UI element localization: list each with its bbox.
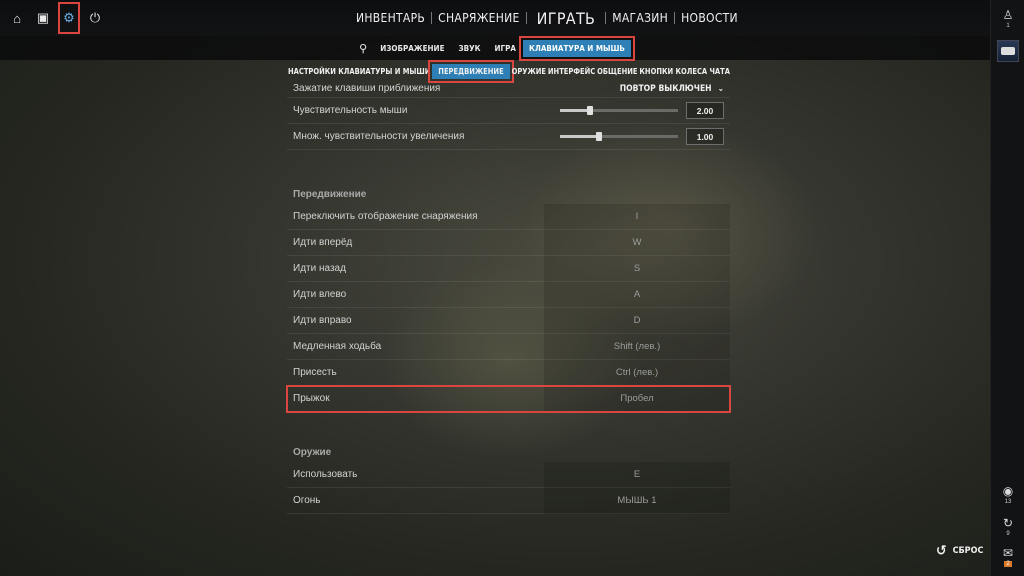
dropdown-value: ПОВТОР ВЫКЛЮЧЕН [619,83,712,94]
keybind-label: Медленная ходьба [293,341,382,352]
nav-store[interactable]: МАГАЗИН [606,11,674,25]
setting-zoom-sensitivity: Множ. чувствительности увеличения 1.00 [287,124,730,150]
mouse-sensitivity-slider[interactable] [560,106,678,115]
keybind-row: Прыжок Пробел [286,385,731,413]
keybind-label: Присесть [293,367,337,378]
setting-mouse-sensitivity: Чувствительность мыши 2.00 [287,98,730,124]
mail-button[interactable]: ✉ 2 [991,542,1024,570]
nav-loadout[interactable]: СНАРЯЖЕНИЕ [432,11,526,25]
keybind-row: Использовать E [287,461,730,488]
keybind-label: Идти влево [293,289,347,300]
keybind-button[interactable]: A [544,281,730,308]
zoom-hold-dropdown[interactable]: ПОВТОР ВЫКЛЮЧЕН ⌄ [620,84,724,94]
keybind-button[interactable]: МЫШЬ 1 [544,487,730,514]
category-movement[interactable]: ПЕРЕДВИЖЕНИЕ [428,59,514,83]
keybind-label: Идти вперёд [293,237,353,248]
keybind-button[interactable]: E [544,461,730,488]
top-bar: ⌂ ▣ ⚙ ⏻ ИНВЕНТАРЬ СНАРЯЖЕНИЕ ИГРАТЬ МАГА… [0,0,990,36]
keybind-button[interactable]: I [544,203,730,230]
settings-panel: Зажатие клавиши приближения ПОВТОР ВЫКЛЮ… [286,80,731,514]
power-icon[interactable]: ⏻ [82,0,108,36]
keybind-label: Прыжок [293,393,330,404]
keybind-label: Использовать [293,469,358,480]
mail-icon: ✉ [1002,545,1014,560]
tv-icon[interactable]: ▣ [30,0,56,36]
keybind-label: Идти назад [293,263,346,274]
keybind-row: Идти вправо D [287,307,730,334]
keybind-button[interactable]: D [544,307,730,334]
keybind-row: Переключить отображение снаряжения I [287,203,730,230]
history-reset-icon: ↺ [936,543,947,559]
tab-audio[interactable]: ЗВУК [452,44,488,53]
history-icon: ↻ [1002,515,1014,530]
setting-label: Чувствительность мыши [293,105,408,116]
category-weapons[interactable]: ОРУЖИЕ [512,67,546,76]
search-icon[interactable]: ⚲ [359,42,367,55]
avatar[interactable] [996,40,1019,62]
tab-video[interactable]: ИЗОБРАЖЕНИЕ [373,44,451,53]
reset-button[interactable]: ↺ СБРОС [936,543,983,559]
category-chat-wheel[interactable]: КНОПКИ КОЛЕСА ЧАТА [639,67,730,76]
settings-tabs: ⚲ ИЗОБРАЖЕНИЕ ЗВУК ИГРА КЛАВИАТУРА И МЫШ… [0,35,990,61]
setting-label: Зажатие клавиши приближения [293,83,441,94]
profile-count: 1 [1006,22,1010,29]
user-icon: ♙ [1002,7,1014,22]
setting-zoom-hold: Зажатие клавиши приближения ПОВТОР ВЫКЛЮ… [287,80,730,98]
right-rail: ♙ 1 ◉ 13 ↻ 9 ✉ 2 [990,0,1024,576]
zoom-sensitivity-input[interactable]: 1.00 [686,128,724,145]
category-communication[interactable]: ОБЩЕНИЕ [597,67,637,76]
zoom-sensitivity-slider[interactable] [560,132,678,141]
slider-handle[interactable] [586,106,593,115]
reset-label: СБРОС [952,546,984,556]
nav-play[interactable]: ИГРАТЬ [527,9,606,28]
category-keyboard-mouse-settings[interactable]: НАСТРОЙКИ КЛАВИАТУРЫ И МЫШИ [288,67,430,76]
category-interface[interactable]: ИНТЕРФЕЙС [548,67,595,76]
keybind-button[interactable]: Пробел [544,385,730,412]
main-nav: ИНВЕНТАРЬ СНАРЯЖЕНИЕ ИГРАТЬ МАГАЗИН НОВО… [350,0,744,36]
history-count: 9 [1006,530,1010,537]
tab-game[interactable]: ИГРА [488,44,523,53]
slider-fill [560,109,590,112]
keybind-label: Огонь [293,495,321,506]
keybind-row: Идти вперёд W [287,229,730,256]
keybind-button[interactable]: Ctrl (лев.) [544,359,730,386]
keybind-label: Переключить отображение снаряжения [293,211,478,222]
mouse-sensitivity-input[interactable]: 2.00 [686,102,724,119]
keybind-button[interactable]: W [544,229,730,256]
tab-keyboard-mouse[interactable]: КЛАВИАТУРА И МЫШЬ [518,35,635,61]
keybind-button[interactable]: Shift (лев.) [544,333,730,360]
signal-count: 13 [1004,498,1012,505]
home-icon[interactable]: ⌂ [4,0,30,36]
keybind-row: Идти назад S [287,255,730,282]
nav-news[interactable]: НОВОСТИ [675,11,744,25]
signal-button[interactable]: ◉ 13 [991,478,1024,510]
mail-count: 2 [1004,560,1012,567]
broadcast-icon: ◉ [1002,483,1014,498]
keybind-row: Огонь МЫШЬ 1 [287,487,730,514]
keybind-button[interactable]: S [544,255,730,282]
profile-button[interactable]: ♙ 1 [991,0,1024,36]
section-title-movement: Передвижение [293,189,367,200]
slider-fill [560,135,599,138]
keybind-row: Присесть Ctrl (лев.) [287,359,730,386]
top-icons: ⌂ ▣ ⚙ ⏻ [0,0,108,36]
setting-label: Множ. чувствительности увеличения [293,131,465,142]
section-title-weapons: Оружие [293,447,332,458]
category-nav: НАСТРОЙКИ КЛАВИАТУРЫ И МЫШИ ПЕРЕДВИЖЕНИЕ… [288,59,730,83]
chevron-down-icon: ⌄ [717,83,724,94]
gear-icon[interactable]: ⚙ [56,0,82,36]
keybind-row: Медленная ходьба Shift (лев.) [287,333,730,360]
history-button[interactable]: ↻ 9 [991,510,1024,542]
slider-handle[interactable] [595,132,602,141]
nav-inventory[interactable]: ИНВЕНТАРЬ [350,11,431,25]
keybind-label: Идти вправо [293,315,352,326]
keybind-row: Идти влево A [287,281,730,308]
